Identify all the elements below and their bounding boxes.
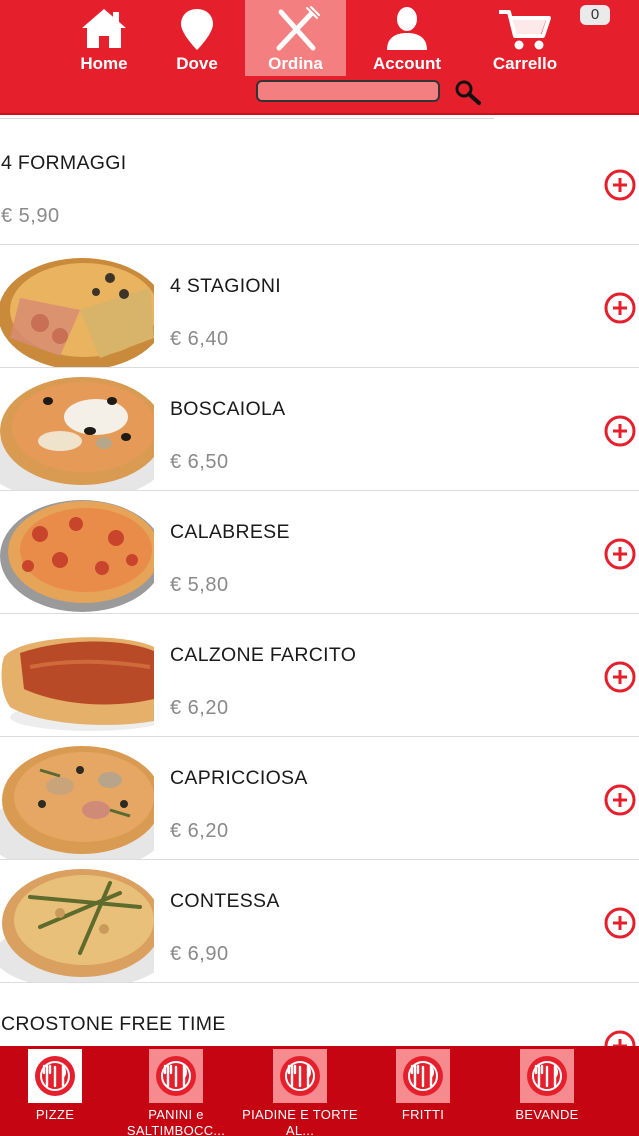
nav-ordina-label: Ordina: [268, 54, 323, 73]
user-icon: [387, 7, 427, 50]
pizza-image: [0, 740, 154, 859]
tab-piadine[interactable]: PIADINE E TORTE AL...: [240, 1046, 360, 1136]
tab-label: PANINI e SALTIMBOCC...: [126, 1107, 226, 1136]
item-name: BOSCAIOLA: [170, 398, 286, 420]
pizza-image: [0, 494, 154, 613]
tab-fritti[interactable]: FRITTI: [363, 1046, 483, 1136]
cutlery-icon: [276, 6, 320, 51]
tab-tile: [520, 1049, 574, 1103]
plate-cutlery-icon: [35, 1056, 75, 1096]
item-price: € 6,90: [170, 943, 229, 965]
menu-item[interactable]: CONTESSA € 6,90: [0, 860, 639, 983]
item-name: 4 STAGIONI: [170, 275, 281, 297]
menu-item[interactable]: CALZONE FARCITO € 6,20: [0, 614, 639, 737]
tab-tile: [28, 1049, 82, 1103]
add-to-cart-icon[interactable]: [604, 784, 636, 816]
item-name: CALZONE FARCITO: [170, 644, 357, 666]
menu-item[interactable]: CAPRICCIOSA € 6,20: [0, 737, 639, 860]
nav-home[interactable]: Home: [64, 0, 144, 76]
menu-item[interactable]: 4 STAGIONI € 6,40: [0, 245, 639, 368]
tab-tile: [149, 1049, 203, 1103]
cart-count-badge: 0: [580, 5, 610, 25]
tab-tile: [273, 1049, 327, 1103]
tab-label: PIZZE: [35, 1107, 75, 1122]
menu-item[interactable]: CROSTONE FREE TIME: [0, 983, 639, 1046]
tab-tile: [396, 1049, 450, 1103]
item-name: CROSTONE FREE TIME: [1, 1013, 226, 1035]
add-to-cart-icon[interactable]: [604, 661, 636, 693]
divider: [0, 118, 494, 119]
add-to-cart-icon[interactable]: [604, 169, 636, 201]
pizza-image: [0, 371, 154, 490]
menu-item[interactable]: 4 FORMAGGI € 5,90: [0, 122, 639, 245]
pizza-image: [0, 248, 154, 367]
tab-panini[interactable]: PANINI e SALTIMBOCC...: [116, 1046, 236, 1136]
category-tab-bar: PIZZE PANINI e SALTIMBOCC... PIADINE E T…: [0, 1046, 639, 1136]
search-input[interactable]: [258, 82, 438, 100]
nav-account[interactable]: Account: [365, 0, 449, 76]
search-icon[interactable]: [454, 79, 482, 107]
plate-cutlery-icon: [156, 1056, 196, 1096]
add-to-cart-icon[interactable]: [604, 1030, 636, 1046]
tab-pizze[interactable]: PIZZE: [0, 1046, 115, 1136]
tab-label: BEVANDE: [515, 1107, 579, 1122]
home-icon: [82, 9, 126, 48]
nav-dove[interactable]: Dove: [157, 0, 237, 76]
item-price: € 6,20: [170, 820, 229, 842]
plate-cutlery-icon: [280, 1056, 320, 1096]
menu-item[interactable]: CALABRESE € 5,80: [0, 491, 639, 614]
pizza-image: [0, 863, 154, 982]
item-price: € 6,40: [170, 328, 229, 350]
menu-item[interactable]: BOSCAIOLA € 6,50: [0, 368, 639, 491]
item-name: CAPRICCIOSA: [170, 767, 308, 789]
item-price: € 6,20: [170, 697, 229, 719]
menu-list: 4 FORMAGGI € 5,90 4 STAGIONI € 6,40 BOSC…: [0, 116, 639, 1046]
search-box: [256, 80, 440, 102]
cart-icon: [499, 10, 551, 50]
plate-cutlery-icon: [527, 1056, 567, 1096]
item-name: 4 FORMAGGI: [1, 152, 127, 174]
nav-dove-label: Dove: [176, 54, 218, 73]
item-price: € 5,80: [170, 574, 229, 596]
top-navigation-bar: Home Dove Ordina Account Carrello 0: [0, 0, 639, 115]
tab-label: FRITTI: [401, 1107, 445, 1122]
nav-carrello-label: Carrello: [492, 54, 558, 73]
tab-label: PIADINE E TORTE AL...: [242, 1107, 358, 1136]
nav-ordina[interactable]: Ordina: [245, 0, 346, 76]
plate-cutlery-icon: [403, 1056, 443, 1096]
tab-bevande[interactable]: BEVANDE: [487, 1046, 607, 1136]
item-price: € 6,50: [170, 451, 229, 473]
item-name: CONTESSA: [170, 890, 280, 912]
item-name: CALABRESE: [170, 521, 290, 543]
nav-carrello[interactable]: Carrello: [484, 0, 566, 76]
add-to-cart-icon[interactable]: [604, 907, 636, 939]
nav-account-label: Account: [373, 54, 441, 73]
nav-home-label: Home: [80, 54, 128, 73]
map-pin-icon: [181, 9, 213, 50]
add-to-cart-icon[interactable]: [604, 292, 636, 324]
add-to-cart-icon[interactable]: [604, 538, 636, 570]
add-to-cart-icon[interactable]: [604, 415, 636, 447]
pizza-image: [0, 617, 154, 736]
item-price: € 5,90: [1, 205, 60, 227]
